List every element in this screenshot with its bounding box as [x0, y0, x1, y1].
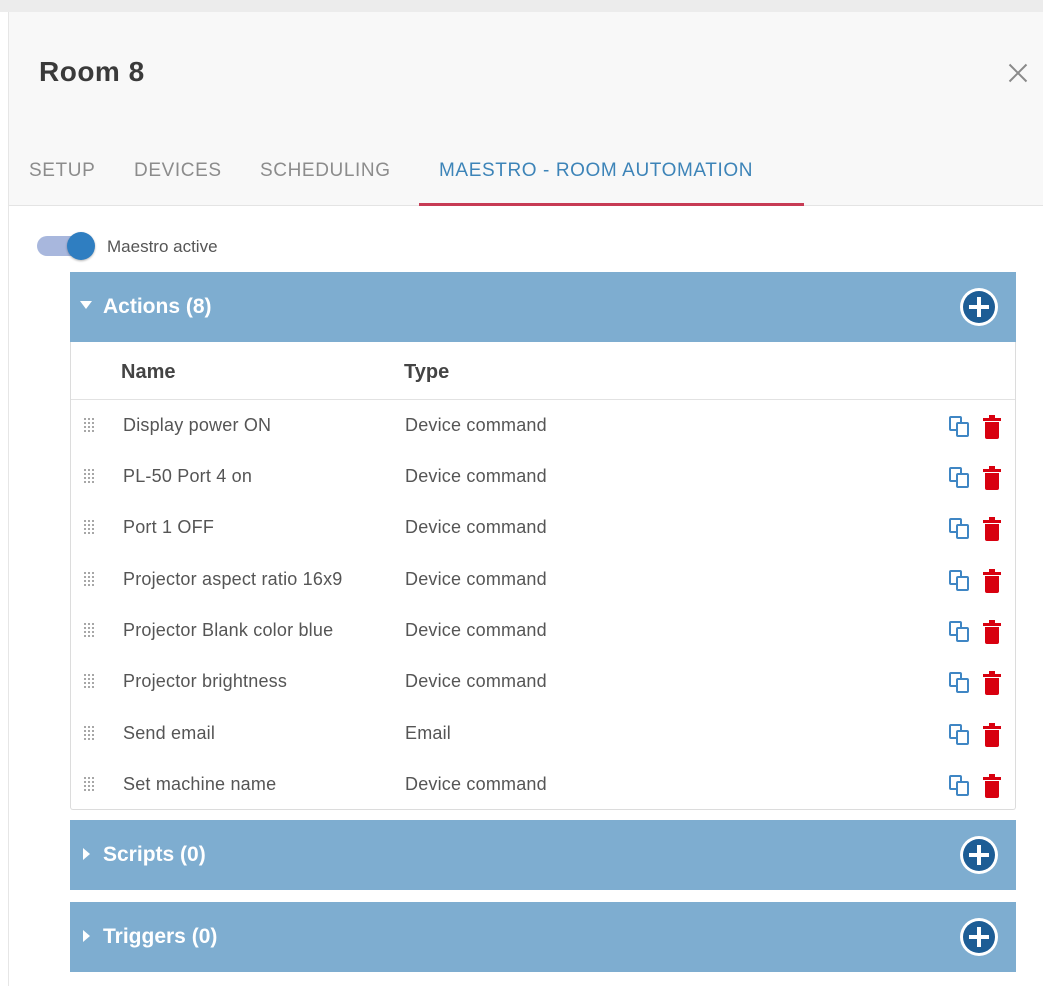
- table-row[interactable]: Send email Email: [71, 708, 1015, 759]
- scripts-panel-title: Scripts (0): [103, 843, 206, 866]
- action-name: Projector Blank color blue: [123, 620, 334, 640]
- drag-handle-icon[interactable]: [83, 673, 95, 689]
- copy-icon[interactable]: [949, 672, 971, 694]
- drag-handle-icon[interactable]: [83, 519, 95, 535]
- trash-icon[interactable]: [983, 723, 1001, 747]
- tab-bar: SETUP DEVICES SCHEDULING MAESTRO - ROOM …: [9, 130, 1043, 206]
- room-dialog: Room 8 SETUP DEVICES SCHEDULING MAESTRO …: [8, 12, 1043, 986]
- table-row[interactable]: Projector aspect ratio 16x9 Device comma…: [71, 554, 1015, 605]
- triggers-panel-header[interactable]: Triggers (0): [70, 902, 1016, 972]
- triggers-panel-title: Triggers (0): [103, 925, 218, 948]
- action-name: Send email: [123, 723, 216, 743]
- drag-handle-icon[interactable]: [83, 468, 95, 484]
- action-name: PL-50 Port 4 on: [123, 466, 253, 486]
- actions-panel-title: Actions (8): [103, 295, 212, 318]
- caret-down-icon: [80, 301, 92, 309]
- copy-icon[interactable]: [949, 724, 971, 746]
- drag-handle-icon[interactable]: [83, 571, 95, 587]
- column-header-name[interactable]: Name: [121, 361, 175, 384]
- drag-handle-icon[interactable]: [83, 725, 95, 741]
- plus-icon-v: [977, 297, 981, 317]
- tab-maestro-room-automation[interactable]: MAESTRO - ROOM AUTOMATION: [439, 160, 753, 182]
- window-top-strip: [0, 0, 1043, 12]
- drag-handle-icon[interactable]: [83, 417, 95, 433]
- action-type: Email: [405, 723, 452, 743]
- trash-icon[interactable]: [983, 466, 1001, 490]
- action-type: Device command: [405, 466, 547, 486]
- actions-panel-header[interactable]: Actions (8): [70, 272, 1016, 342]
- caret-right-icon: [83, 848, 90, 860]
- caret-right-icon: [83, 930, 90, 942]
- tab-setup[interactable]: SETUP: [29, 160, 95, 182]
- action-name: Set machine name: [123, 774, 277, 794]
- action-type: Device command: [405, 415, 547, 435]
- maestro-active-label: Maestro active: [107, 237, 218, 256]
- action-type: Device command: [405, 517, 547, 537]
- scripts-panel-header[interactable]: Scripts (0): [70, 820, 1016, 890]
- table-row[interactable]: PL-50 Port 4 on Device command: [71, 451, 1015, 502]
- trash-icon[interactable]: [983, 671, 1001, 695]
- add-action-button[interactable]: [960, 288, 998, 326]
- copy-icon[interactable]: [949, 775, 971, 797]
- action-name: Projector aspect ratio 16x9: [123, 569, 343, 589]
- copy-icon[interactable]: [949, 621, 971, 643]
- trash-icon[interactable]: [983, 620, 1001, 644]
- dialog-header: Room 8: [9, 12, 1043, 130]
- action-type: Device command: [405, 620, 547, 640]
- copy-icon[interactable]: [949, 570, 971, 592]
- table-row[interactable]: Set machine name Device command: [71, 759, 1015, 810]
- add-trigger-button[interactable]: [960, 918, 998, 956]
- table-row[interactable]: Display power ON Device command: [71, 400, 1015, 451]
- drag-handle-icon[interactable]: [83, 622, 95, 638]
- action-type: Device command: [405, 671, 547, 691]
- copy-icon[interactable]: [949, 518, 971, 540]
- action-type: Device command: [405, 569, 547, 589]
- action-name: Port 1 OFF: [123, 517, 215, 537]
- trash-icon[interactable]: [983, 569, 1001, 593]
- maestro-active-toggle[interactable]: [37, 232, 99, 260]
- trash-icon[interactable]: [983, 517, 1001, 541]
- toggle-knob: [67, 232, 95, 260]
- table-row[interactable]: Projector Blank color blue Device comman…: [71, 605, 1015, 656]
- table-row[interactable]: Projector brightness Device command: [71, 656, 1015, 707]
- copy-icon[interactable]: [949, 467, 971, 489]
- copy-icon[interactable]: [949, 416, 971, 438]
- actions-table: Name Type Display power ON Device comman…: [70, 342, 1016, 810]
- trash-icon[interactable]: [983, 415, 1001, 439]
- column-header-type[interactable]: Type: [404, 361, 449, 384]
- plus-icon-v: [977, 927, 981, 947]
- add-script-button[interactable]: [960, 836, 998, 874]
- dialog-title: Room 8: [39, 56, 145, 87]
- action-name: Projector brightness: [123, 671, 288, 691]
- action-name: Display power ON: [123, 415, 272, 435]
- active-tab-indicator: [419, 203, 804, 206]
- action-type: Device command: [405, 774, 547, 794]
- close-icon[interactable]: [1005, 60, 1031, 86]
- table-row[interactable]: Port 1 OFF Device command: [71, 502, 1015, 553]
- tab-devices[interactable]: DEVICES: [134, 160, 222, 182]
- trash-icon[interactable]: [983, 774, 1001, 798]
- tab-scheduling[interactable]: SCHEDULING: [260, 160, 391, 182]
- table-header: Name Type: [71, 342, 1015, 400]
- plus-icon-v: [977, 845, 981, 865]
- drag-handle-icon[interactable]: [83, 776, 95, 792]
